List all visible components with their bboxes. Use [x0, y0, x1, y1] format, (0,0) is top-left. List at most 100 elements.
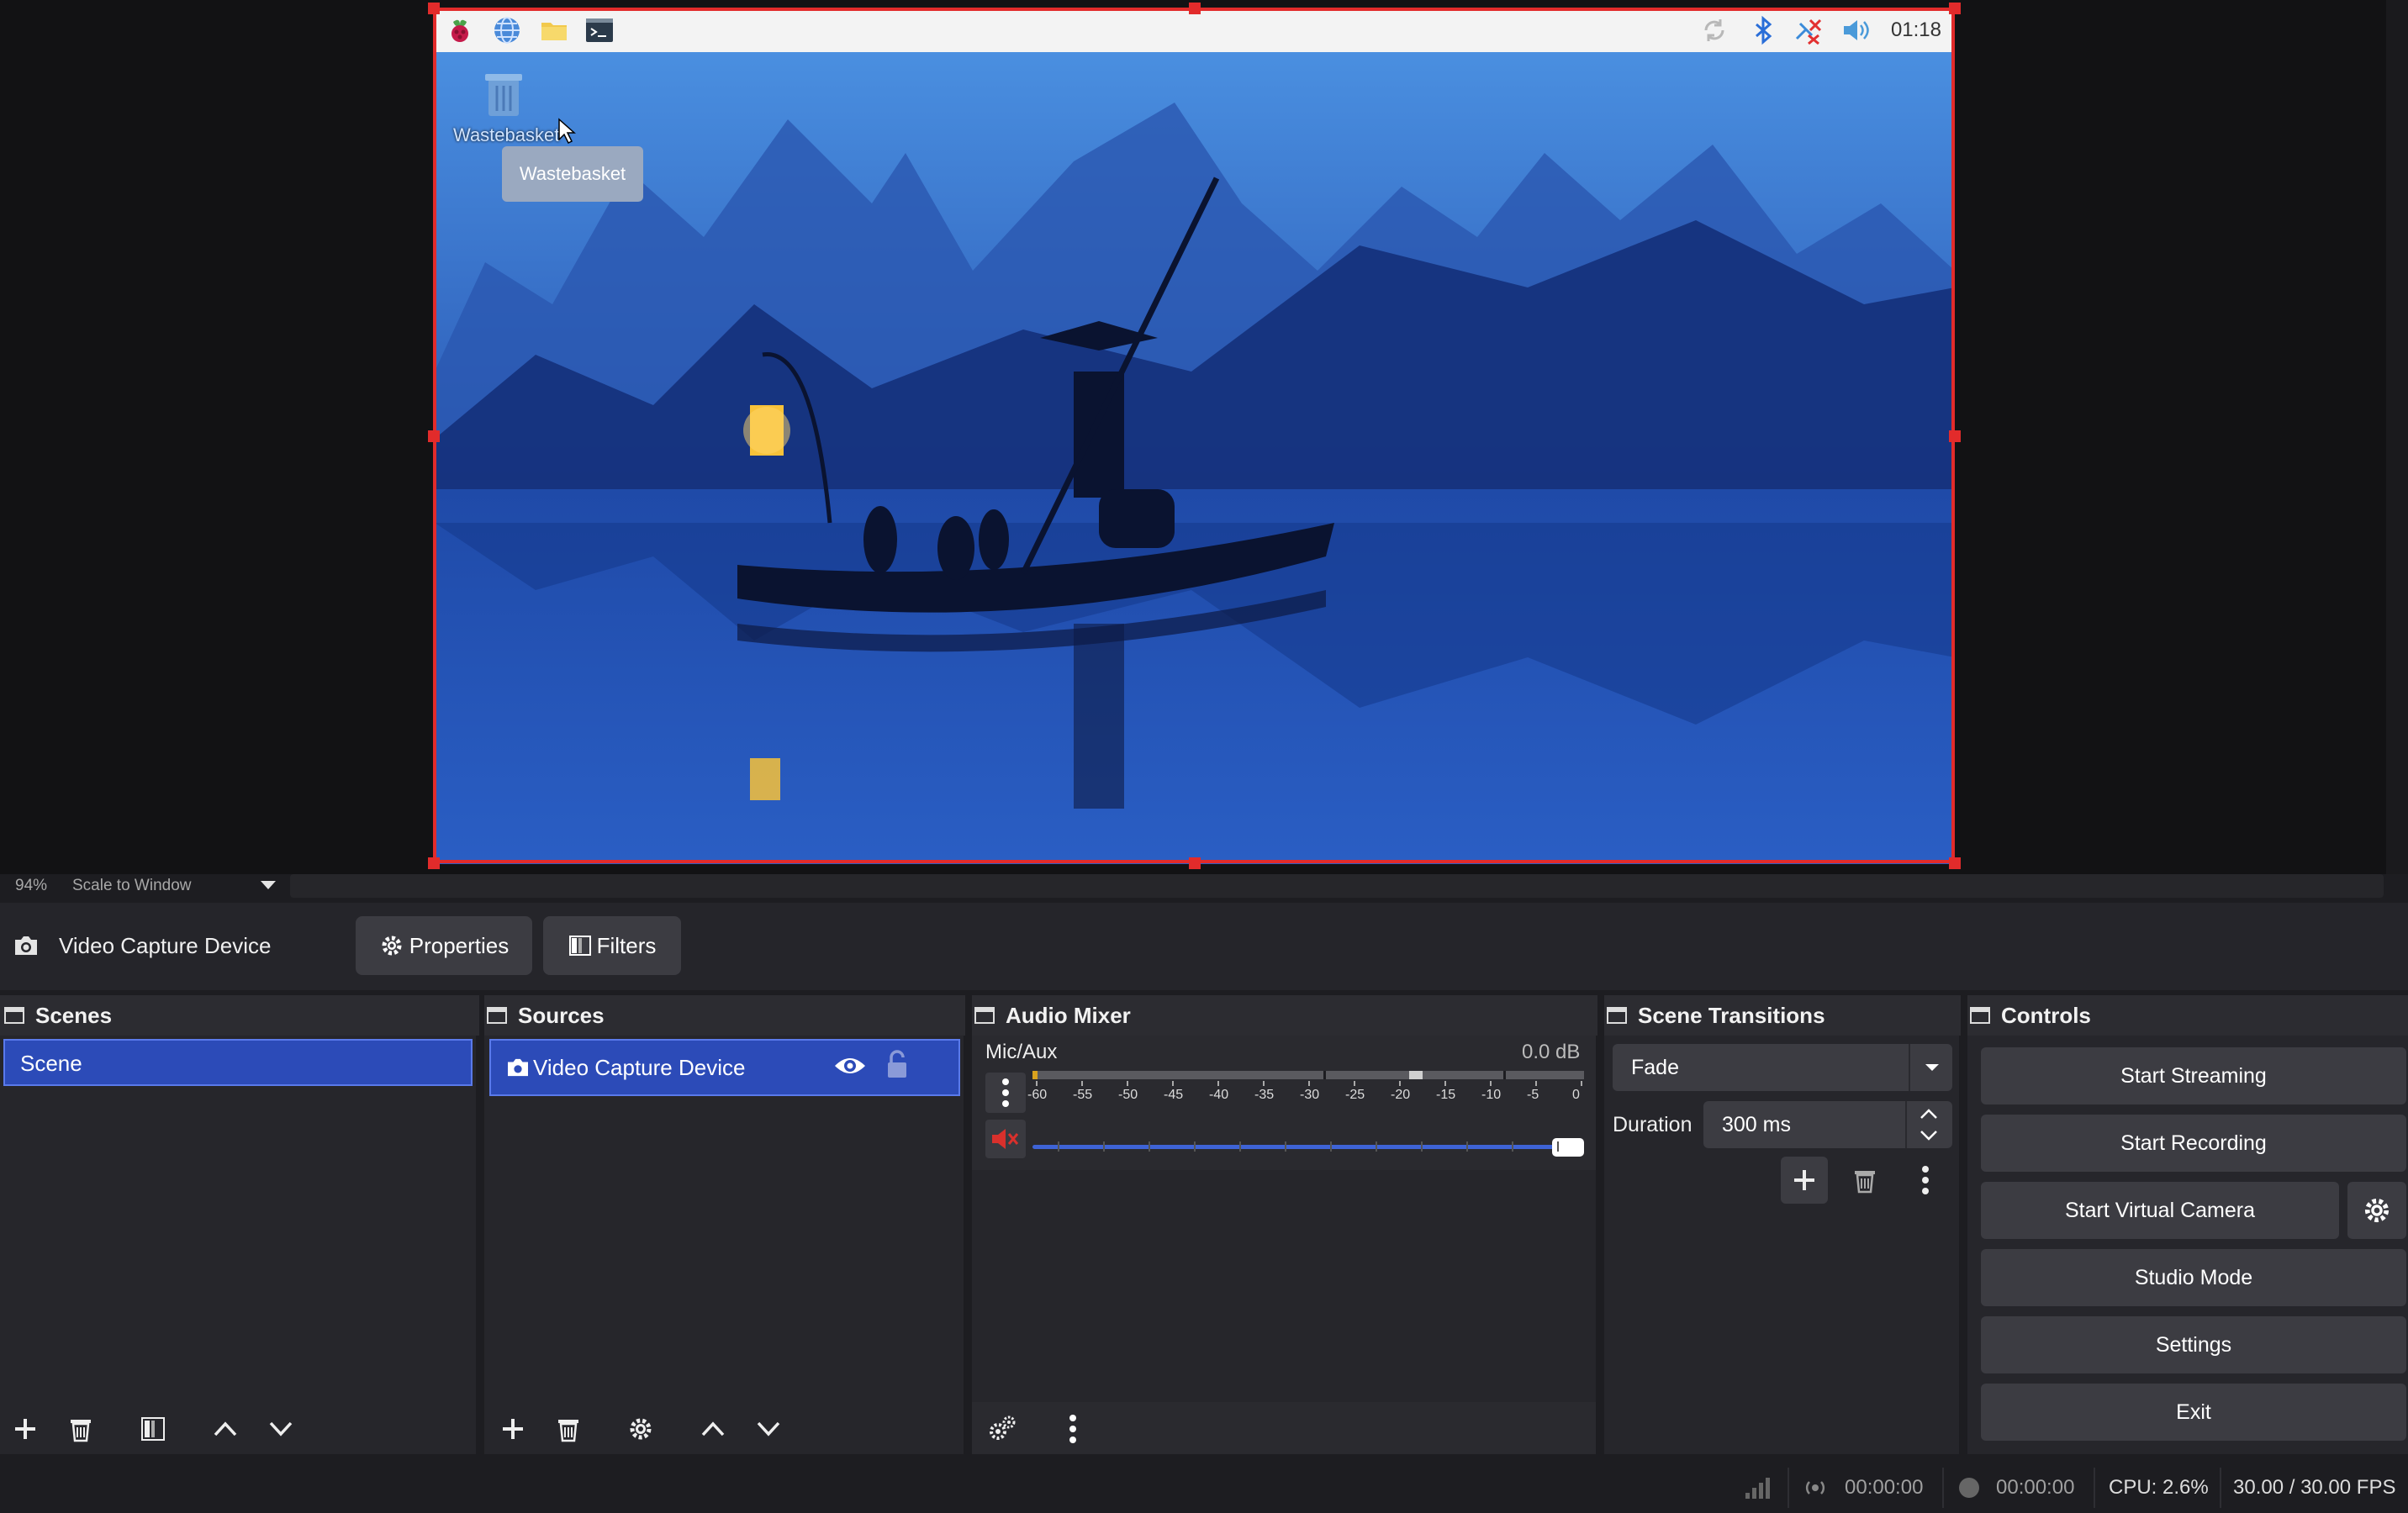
- dock-undock-icon[interactable]: [486, 1004, 508, 1026]
- meter-tick-mark: [1308, 1081, 1310, 1086]
- meter-tick-label: -30: [1300, 1088, 1320, 1102]
- visibility-eye-icon[interactable]: [833, 1054, 867, 1078]
- resize-handle[interactable]: [1189, 857, 1201, 869]
- scene-filters-button[interactable]: [131, 1407, 175, 1451]
- plus-icon: [503, 1419, 523, 1439]
- resize-handle[interactable]: [428, 857, 440, 869]
- chevron-down-icon: [269, 1421, 293, 1437]
- duration-label: Duration: [1613, 1113, 1692, 1136]
- filters-button[interactable]: Filters: [543, 916, 681, 975]
- start-streaming-button[interactable]: Start Streaming: [1981, 1047, 2406, 1104]
- dock-undock-icon[interactable]: [1969, 1004, 1991, 1026]
- duration-input[interactable]: 300 ms: [1703, 1101, 1952, 1148]
- chevron-down-icon[interactable]: [259, 879, 277, 891]
- slider-tick-mark: [1194, 1141, 1196, 1152]
- move-source-down-button[interactable]: [747, 1407, 790, 1451]
- slider-tick-mark: [1376, 1141, 1377, 1152]
- volume-meter: [1032, 1071, 1584, 1079]
- kebab-menu-icon: [1922, 1166, 1929, 1194]
- remove-source-button[interactable]: [547, 1407, 590, 1451]
- exit-button[interactable]: Exit: [1981, 1384, 2406, 1441]
- properties-button[interactable]: Properties: [356, 916, 532, 975]
- slider-tick-mark: [1239, 1141, 1241, 1152]
- scene-item[interactable]: Scene: [3, 1039, 473, 1086]
- volume-slider-ticks: [1032, 1138, 1584, 1155]
- remove-transition-button[interactable]: [1843, 1158, 1887, 1202]
- move-source-up-button[interactable]: [691, 1407, 735, 1451]
- advanced-audio-properties-button[interactable]: [980, 1407, 1024, 1451]
- resize-handle[interactable]: [1949, 857, 1961, 869]
- resize-handle[interactable]: [428, 430, 440, 442]
- channel-menu-button[interactable]: [985, 1073, 1026, 1113]
- meter-tick-label: 0: [1572, 1088, 1580, 1102]
- start-recording-button[interactable]: Start Recording: [1981, 1115, 2406, 1172]
- trash-icon: [1855, 1171, 1875, 1194]
- resize-handle[interactable]: [428, 3, 440, 14]
- cpu-usage: CPU: 2.6%: [2109, 1476, 2209, 1499]
- meter-tick-mark: [1535, 1081, 1537, 1086]
- mixer-menu-button[interactable]: [1051, 1407, 1095, 1451]
- dock-undock-icon[interactable]: [3, 1004, 25, 1026]
- channel-level: 0.0 dB: [1522, 1041, 1581, 1063]
- move-scene-up-button[interactable]: [203, 1407, 247, 1451]
- dock-undock-icon[interactable]: [1606, 1004, 1628, 1026]
- meter-tick-label: -5: [1527, 1088, 1539, 1102]
- controls-title: Controls: [2001, 1002, 2091, 1028]
- transition-properties-button[interactable]: [1904, 1158, 1947, 1202]
- dock-undock-icon[interactable]: [974, 1004, 995, 1026]
- source-properties-button[interactable]: [619, 1407, 663, 1451]
- meter-tick-mark: [1036, 1081, 1038, 1086]
- scenes-title: Scenes: [35, 1002, 113, 1028]
- meter-tick-mark: [1172, 1081, 1174, 1086]
- preview-scrollbar[interactable]: [2386, 0, 2408, 874]
- meter-tick-mark: [1581, 1081, 1582, 1086]
- meter-tick-label: -20: [1391, 1088, 1411, 1102]
- settings-button[interactable]: Settings: [1981, 1316, 2406, 1373]
- meter-tick-label: -25: [1345, 1088, 1365, 1102]
- zoom-mode-select[interactable]: Scale to Window: [72, 877, 192, 895]
- start-virtual-camera-button[interactable]: Start Virtual Camera: [1981, 1182, 2339, 1239]
- chevron-up-icon: [701, 1421, 725, 1437]
- meter-tick-mark: [1490, 1081, 1492, 1086]
- filter-icon: [141, 1417, 165, 1441]
- gear-icon: [2364, 1198, 2390, 1223]
- slider-tick-mark: [1557, 1141, 1559, 1152]
- chevron-up-icon: [214, 1421, 237, 1437]
- zoom-percent: 94%: [15, 877, 48, 894]
- add-source-button[interactable]: [491, 1407, 535, 1451]
- scene-transitions-dock-header: Scene Transitions: [1604, 995, 1961, 1036]
- slider-tick-mark: [1330, 1141, 1332, 1152]
- transition-selected: Fade: [1631, 1056, 1679, 1079]
- sources-title: Sources: [518, 1002, 605, 1028]
- duration-value: 300 ms: [1722, 1113, 1791, 1136]
- resize-handle[interactable]: [1189, 3, 1201, 14]
- mute-button[interactable]: [985, 1120, 1026, 1158]
- slider-tick-mark: [1285, 1141, 1286, 1152]
- add-scene-button[interactable]: [3, 1407, 47, 1451]
- gears-icon: [990, 1415, 1016, 1440]
- remove-scene-button[interactable]: [59, 1407, 103, 1451]
- slider-tick-mark: [1058, 1141, 1059, 1152]
- slider-tick-mark: [1149, 1141, 1150, 1152]
- studio-mode-button[interactable]: Studio Mode: [1981, 1249, 2406, 1306]
- record-time: 00:00:00: [1996, 1476, 2075, 1499]
- resize-handle[interactable]: [1949, 430, 1961, 442]
- spin-up-icon[interactable]: [1919, 1108, 1939, 1120]
- source-selection-box[interactable]: [433, 8, 1955, 863]
- virtual-camera-settings-button[interactable]: [2347, 1182, 2406, 1239]
- resize-handle[interactable]: [1949, 3, 1961, 14]
- move-scene-down-button[interactable]: [259, 1407, 303, 1451]
- meter-level-marker: [1409, 1071, 1423, 1079]
- chevron-down-icon: [757, 1421, 780, 1437]
- camera-icon: [508, 1058, 528, 1077]
- sources-dock-header: Sources: [484, 995, 965, 1036]
- scenes-dock-header: Scenes: [0, 995, 479, 1036]
- add-transition-button[interactable]: [1781, 1157, 1828, 1204]
- lock-icon[interactable]: [885, 1049, 910, 1079]
- spin-down-icon[interactable]: [1919, 1130, 1939, 1141]
- stream-time: 00:00:00: [1845, 1476, 1924, 1499]
- preview-horizontal-scrollbar[interactable]: [290, 874, 2384, 898]
- transition-select[interactable]: Fade: [1613, 1044, 1952, 1091]
- selected-source-name: Video Capture Device: [59, 933, 272, 958]
- trash-icon: [558, 1420, 578, 1442]
